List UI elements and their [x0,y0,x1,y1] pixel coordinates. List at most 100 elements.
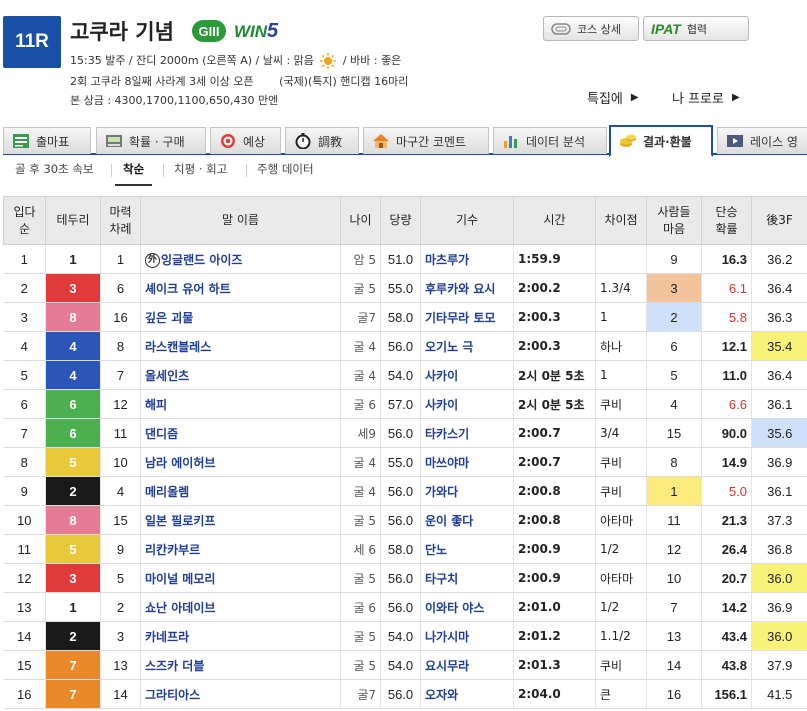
horse-name-link[interactable]: 카네프라 [145,630,189,644]
horse-name-link[interactable]: 리칸카부르 [145,543,200,557]
next-profile-link[interactable]: 나 프로로 ▶ [672,88,740,107]
horse-name-link[interactable]: 마이널 메모리 [145,572,215,586]
jockey-link[interactable]: 단노 [425,543,447,557]
jockey-cell: 기타무라 토모 [420,302,514,332]
col-header-popularity: 사람들 마음 [646,196,702,245]
results-body: 1 1 1 外 잉글랜드 아이즈 암 5 51.0 마츠루가 1:59.9 9 16.3 36.2 2 3… [3,244,807,709]
jockey-link[interactable]: 타구치 [425,572,458,586]
horse-name-link[interactable]: 잉글랜드 아이즈 [161,253,242,267]
table-row: 6 6 12 해피 굴 6 57.0 사카이 2시 0분 5초 쿠비 4 6.6 36.1 [3,389,807,419]
race-conditions: 15:35 발주 / 잔디 2000m (오른쪽 A) / 날씨 : 맑음 / … [70,52,401,69]
jockey-link[interactable]: 후루카와 요시 [425,282,495,296]
margin [595,244,647,274]
horse-name-link[interactable]: 그라티아스 [145,688,200,702]
triangle-right-icon: ▶ [731,92,740,103]
tab-results[interactable]: 결과·환불 [609,125,713,157]
horse-age: 굴 5 [340,650,381,680]
jockey-link[interactable]: 사카이 [425,398,458,412]
tab-data-analysis[interactable]: 데이터 분석 [493,127,607,154]
jockey-link[interactable]: 마쓰야마 [425,456,469,470]
jockey-link[interactable]: 사카이 [425,369,458,383]
last-3f-time: 36.0 [751,563,807,593]
foreign-mark-icon: 外 [145,252,160,268]
jockey-link[interactable]: 요시무라 [425,659,469,673]
stable-icon [373,134,389,148]
tab-stable-comment[interactable]: 마구간 코멘트 [363,127,489,154]
jockey-link[interactable]: 운이 좋다 [425,514,473,528]
horse-name-link[interactable]: 셰이크 유어 하트 [145,282,231,296]
jockey-cell: 나가시마 [420,621,514,651]
col-header-gate: 테두리 [45,196,101,245]
tab-training[interactable]: 調教 [285,127,359,154]
table-row: 1 1 1 外 잉글랜드 아이즈 암 5 51.0 마츠루가 1:59.9 9 16.3 36.2 [3,244,807,274]
horse-name-link[interactable]: 깊은 괴물 [145,311,193,325]
horse-name-link[interactable]: 스즈카 더블 [145,659,204,673]
finish-position: 6 [3,389,46,419]
finish-time: 2:01.0 [513,592,596,622]
popularity: 15 [646,418,702,448]
horse-name-link[interactable]: 메리올렘 [145,485,189,499]
margin: 쿠비 [595,389,647,419]
horse-name-link[interactable]: 올세인츠 [145,369,189,383]
jockey-link[interactable]: 오자와 [425,688,458,702]
target-icon [221,134,235,148]
horse-name-link[interactable]: 해피 [145,398,167,412]
finish-position: 7 [3,418,46,448]
horse-name-link[interactable]: 남라 에이허브 [145,456,215,470]
margin: 1/2 [595,592,647,622]
carried-weight: 56.0 [380,505,421,535]
gate-number: 2 [45,621,101,651]
subtab-finish-order[interactable]: 착순 [115,161,153,186]
gate-number: 4 [45,331,101,361]
margin: 1 [595,360,647,390]
tab-prediction[interactable]: 예상 [210,127,281,154]
last-3f-time: 35.6 [751,418,807,448]
subtab-quick-report[interactable]: 골 후 30초 속보 [7,161,102,177]
jockey-link[interactable]: 오기노 극 [425,340,473,354]
ipat-button[interactable]: IPAT 협력 [643,16,749,41]
horse-name-link[interactable]: 일본 필로키프 [145,514,215,528]
jockey-link[interactable]: 마츠루가 [425,253,469,267]
horse-name-cell: 댄디즘 [140,418,341,448]
special-feature-link[interactable]: 특집에 ▶ [587,88,639,107]
table-row: 11 5 9 리칸카부르 세 6 58.0 단노 2:00.9 1/2 12 26.4 36.8 [3,534,807,564]
col-header-weight: 당량 [380,196,421,245]
gate-number: 1 [45,592,101,622]
table-row: 13 1 2 쇼난 아데이브 굴 6 56.0 이와타 야스 2:01.0 1/2 7 14.2 36… [3,592,807,622]
col-header-odds: 단승 확률 [701,196,752,245]
course-detail-button[interactable]: 코스 상세 [543,16,639,41]
jockey-link[interactable]: 나가시마 [425,630,469,644]
last-3f-time: 37.3 [751,505,807,535]
horse-age: 굴 4 [340,360,381,390]
tab-entries[interactable]: 출마표 [3,127,91,154]
jockey-cell: 마츠루가 [420,244,514,274]
margin: 3/4 [595,418,647,448]
finish-position: 2 [3,273,46,303]
horse-number: 11 [100,418,141,448]
horse-name-link[interactable]: 댄디즘 [145,427,178,441]
subtab-review[interactable]: 치평 · 회고 [166,161,235,177]
jockey-link[interactable]: 이와타 야스 [425,601,484,615]
tab-race-video[interactable]: 레이스 영 [717,127,807,154]
ipat-label: 협력 [686,22,708,36]
subtab-running-data[interactable]: 주행 데이터 [249,161,322,177]
horse-age: 굴7 [340,679,381,709]
jockey-link[interactable]: 기타무라 토모 [425,311,495,325]
last-3f-time: 36.0 [751,621,807,651]
margin: 큰 [595,679,647,709]
tab-odds[interactable]: 확률 · 구매 [96,127,206,154]
jockey-link[interactable]: 가와다 [425,485,458,499]
divider [163,164,164,177]
divider [111,164,112,177]
horse-name-link[interactable]: 라스캔블레스 [145,340,211,354]
jockey-link[interactable]: 타카스기 [425,427,469,441]
col-header-horse-name: 말 이름 [140,196,341,245]
popularity: 16 [646,679,702,709]
finish-position: 4 [3,331,46,361]
gate-number: 1 [45,244,101,274]
win-odds: 156.1 [701,679,752,709]
race-conditions-text: 15:35 발주 / 잔디 2000m (오른쪽 A) / 날씨 : 맑음 [70,54,314,67]
popularity: 1 [646,476,702,506]
horse-number: 16 [100,302,141,332]
horse-name-link[interactable]: 쇼난 아데이브 [145,601,215,615]
